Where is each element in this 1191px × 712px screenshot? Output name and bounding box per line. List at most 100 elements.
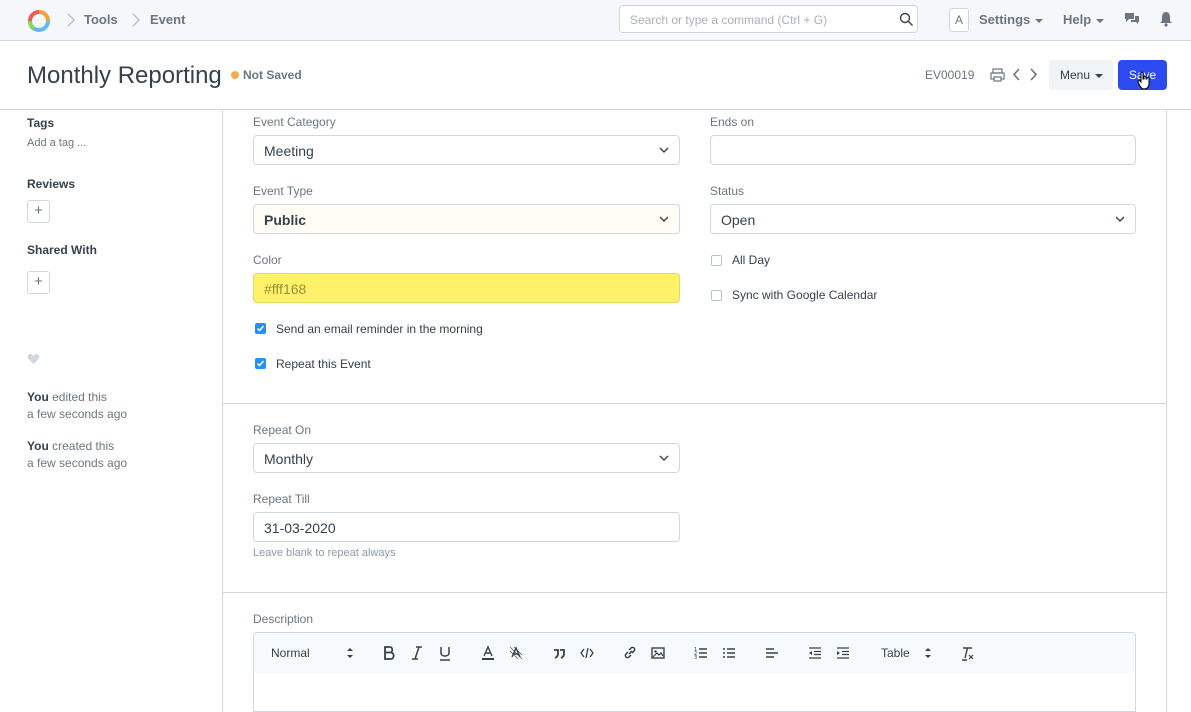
section-divider — [223, 403, 1167, 404]
event-type-label: Event Type — [253, 184, 313, 198]
caret-down-icon — [1035, 18, 1044, 23]
code-block-icon[interactable] — [580, 645, 594, 661]
chevron-down-icon — [659, 147, 669, 153]
event-category-select[interactable]: Meeting — [253, 135, 680, 165]
navbar: Tools Event Search or type a command (Ct… — [0, 0, 1191, 41]
repeat-on-select[interactable]: Monthly — [253, 443, 680, 473]
indent-icon[interactable] — [836, 645, 850, 661]
select-arrows-icon — [925, 648, 931, 658]
sync-google-label[interactable]: Sync with Google Calendar — [732, 288, 877, 302]
outdent-icon[interactable] — [808, 645, 822, 661]
italic-icon[interactable] — [410, 645, 424, 661]
next-doc-icon[interactable] — [1028, 67, 1038, 82]
checkmark-icon — [256, 325, 265, 332]
all-day-checkbox[interactable] — [711, 255, 722, 266]
avatar[interactable]: A — [949, 8, 969, 32]
sync-google-checkbox[interactable] — [711, 290, 722, 301]
checkmark-icon — [256, 360, 265, 367]
heart-icon[interactable] — [27, 353, 40, 365]
status-indicator-dot — [231, 71, 239, 79]
app-logo-icon[interactable] — [27, 7, 51, 33]
status-badge: Not Saved — [243, 68, 302, 82]
activity-item: You created this a few seconds ago — [27, 438, 127, 472]
caret-down-icon — [1095, 73, 1104, 78]
add-tag-link[interactable]: Add a tag ... — [27, 137, 86, 149]
clear-formatting-icon[interactable] — [960, 645, 975, 661]
ends-on-input[interactable] — [710, 135, 1136, 165]
repeat-till-label: Repeat Till — [253, 492, 310, 506]
repeat-event-label[interactable]: Repeat this Event — [276, 357, 371, 371]
text-style-select[interactable]: Normal — [271, 646, 310, 660]
table-select[interactable]: Table — [881, 646, 910, 660]
settings-label: Settings — [979, 12, 1031, 27]
help-label: Help — [1063, 12, 1092, 27]
search-input[interactable]: Search or type a command (Ctrl + G) — [619, 5, 918, 33]
event-type-select[interactable]: Public — [253, 204, 680, 234]
bullet-list-icon[interactable] — [722, 645, 736, 661]
image-icon[interactable] — [651, 645, 665, 661]
color-input[interactable]: #fff168 — [253, 273, 680, 303]
description-editor[interactable] — [253, 673, 1136, 712]
event-category-label: Event Category — [253, 115, 336, 129]
ordered-list-icon[interactable]: 123 — [694, 645, 708, 661]
background-color-icon[interactable] — [509, 645, 523, 661]
link-icon[interactable] — [623, 645, 637, 661]
bell-icon[interactable] — [1159, 11, 1173, 27]
cursor-hand-icon — [1137, 71, 1150, 90]
reviews-heading: Reviews — [27, 177, 76, 191]
repeat-till-help: Leave blank to repeat always — [253, 547, 396, 559]
align-left-icon[interactable] — [765, 645, 779, 661]
status-label: Status — [710, 184, 745, 198]
activity-user: You — [27, 439, 49, 453]
previous-doc-icon[interactable] — [1012, 67, 1022, 82]
form-border-right — [1166, 110, 1167, 712]
chevron-down-icon — [659, 455, 669, 461]
breadcrumb-tools[interactable]: Tools — [84, 12, 118, 27]
color-label: Color — [253, 253, 282, 267]
repeat-till-input[interactable]: 31-03-2020 — [253, 512, 680, 542]
settings-menu[interactable]: Settings — [979, 12, 1044, 27]
select-arrows-icon — [347, 648, 353, 658]
chevron-right-icon — [67, 13, 76, 27]
help-menu[interactable]: Help — [1063, 12, 1105, 27]
menu-label: Menu — [1060, 68, 1091, 82]
activity-action: edited this — [48, 390, 107, 404]
add-review-button[interactable]: + — [27, 200, 50, 223]
menu-button[interactable]: Menu — [1049, 60, 1113, 90]
caret-down-icon — [1096, 18, 1105, 23]
tags-heading: Tags — [27, 116, 55, 130]
activity-time: a few seconds ago — [27, 456, 128, 470]
description-label: Description — [253, 612, 314, 626]
status-select[interactable]: Open — [710, 204, 1136, 234]
activity-item: You edited this a few seconds ago — [27, 389, 127, 423]
activity-user: You — [27, 390, 49, 404]
page-head: Monthly Reporting Not Saved EV00019 Menu… — [0, 41, 1191, 110]
bold-icon[interactable] — [382, 645, 396, 661]
print-icon[interactable] — [990, 68, 1005, 82]
document-id: EV00019 — [925, 68, 975, 82]
form-border-left — [222, 110, 223, 712]
text-color-icon[interactable] — [481, 645, 495, 661]
svg-text:3: 3 — [694, 655, 697, 661]
blockquote-icon[interactable] — [552, 645, 566, 661]
email-reminder-label[interactable]: Send an email reminder in the morning — [276, 322, 483, 336]
shared-with-heading: Shared With — [27, 243, 97, 257]
repeat-event-checkbox[interactable] — [255, 358, 266, 369]
chevron-right-icon — [132, 13, 141, 27]
search-placeholder: Search or type a command (Ctrl + G) — [630, 13, 828, 27]
all-day-label[interactable]: All Day — [732, 253, 770, 267]
repeat-on-label: Repeat On — [253, 423, 312, 437]
event-type-value: Public — [264, 212, 307, 228]
page-title: Monthly Reporting — [27, 62, 222, 89]
chevron-down-icon — [1115, 216, 1125, 222]
chevron-down-icon — [659, 216, 669, 222]
section-divider — [223, 592, 1167, 593]
breadcrumb-event[interactable]: Event — [150, 12, 185, 27]
chat-icon[interactable] — [1124, 11, 1140, 27]
email-reminder-checkbox[interactable] — [255, 323, 266, 334]
underline-icon[interactable] — [438, 645, 452, 661]
add-share-button[interactable]: + — [27, 271, 50, 294]
status-value: Open — [721, 212, 756, 228]
search-icon[interactable] — [899, 12, 914, 27]
event-category-value: Meeting — [264, 143, 314, 159]
